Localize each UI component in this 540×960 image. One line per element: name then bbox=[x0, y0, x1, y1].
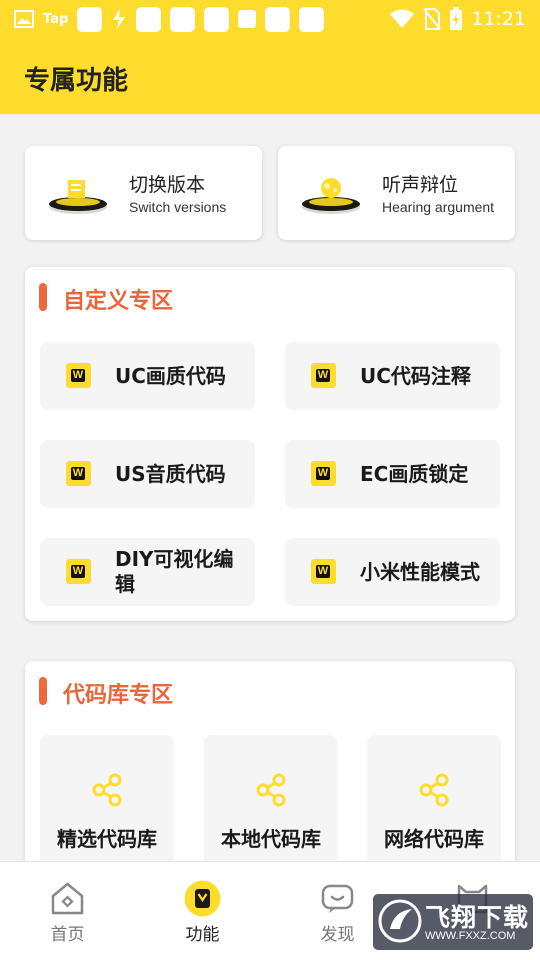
nav-label: 功能 bbox=[185, 925, 220, 945]
clock: 11:21 bbox=[471, 8, 526, 30]
custom-section: 自定义专区 W UC画质代码 W UC代码注释 W US音质代码 W EC画质锁… bbox=[25, 267, 515, 621]
switch-version-card[interactable]: 切换版本 Switch versions bbox=[25, 146, 262, 240]
tile-label: 网络代码库 bbox=[384, 827, 484, 851]
status-bar: Tap 11:21 bbox=[0, 0, 540, 38]
tile-uc-code-notes[interactable]: W UC代码注释 bbox=[285, 342, 500, 410]
section-title: 自定义专区 bbox=[63, 289, 174, 314]
tile-xiaomi-performance-mode[interactable]: W 小米性能模式 bbox=[285, 538, 500, 606]
discover-icon bbox=[321, 884, 354, 913]
card-title: 听声辩位 bbox=[382, 174, 459, 196]
code-file-icon: W bbox=[311, 559, 336, 584]
notification-icon bbox=[265, 6, 291, 32]
card-subtitle: Switch versions bbox=[129, 199, 227, 215]
code-file-icon: W bbox=[311, 461, 336, 486]
tap-indicator: Tap bbox=[43, 11, 69, 27]
featured-library-tile[interactable]: 精选代码库 bbox=[40, 735, 174, 865]
tile-label: 小米性能模式 bbox=[360, 559, 480, 584]
tile-label: UC画质代码 bbox=[115, 363, 226, 388]
tile-label: 精选代码库 bbox=[57, 827, 157, 851]
hearing-icon bbox=[302, 178, 360, 214]
tile-label: DIY可视化编辑 bbox=[115, 547, 234, 596]
no-sim-icon bbox=[423, 8, 442, 30]
tile-uc-quality-code[interactable]: W UC画质代码 bbox=[40, 342, 255, 410]
watermark-logo-icon bbox=[378, 899, 422, 943]
code-file-icon: W bbox=[66, 461, 91, 486]
home-icon bbox=[51, 882, 84, 915]
code-file-icon: W bbox=[66, 559, 91, 584]
share-icon bbox=[256, 773, 286, 807]
share-icon bbox=[419, 773, 449, 807]
nav-home[interactable]: 首页 bbox=[0, 862, 135, 960]
notification-icon bbox=[77, 6, 103, 32]
notification-icon bbox=[136, 6, 162, 32]
watermark-url: WWW.FXXZ.COM bbox=[425, 930, 516, 942]
network-library-tile[interactable]: 网络代码库 bbox=[367, 735, 501, 865]
tile-label: 本地代码库 bbox=[221, 827, 321, 851]
function-icon bbox=[184, 880, 221, 917]
page-title: 专属功能 bbox=[24, 66, 129, 96]
watermark: 飞翔下载 WWW.FXXZ.COM bbox=[373, 894, 533, 950]
battery-charging-icon bbox=[450, 7, 463, 30]
notification-icon bbox=[299, 6, 325, 32]
tile-us-sound-code[interactable]: W US音质代码 bbox=[40, 440, 255, 508]
tile-label: EC画质锁定 bbox=[360, 461, 469, 486]
share-icon bbox=[92, 773, 122, 807]
hearing-position-card[interactable]: 听声辩位 Hearing argument bbox=[278, 146, 515, 240]
code-file-icon: W bbox=[311, 363, 336, 388]
gallery-icon bbox=[14, 10, 34, 28]
nav-function[interactable]: 功能 bbox=[135, 862, 270, 960]
flash-icon bbox=[113, 9, 126, 29]
tile-ec-quality-lock[interactable]: W EC画质锁定 bbox=[285, 440, 500, 508]
section-accent-bar bbox=[39, 283, 47, 311]
notification-icon bbox=[238, 10, 257, 28]
section-title: 代码库专区 bbox=[63, 683, 174, 708]
tile-label: US音质代码 bbox=[115, 461, 226, 486]
tile-diy-visual-editor[interactable]: W DIY可视化编辑 bbox=[40, 538, 255, 606]
code-file-icon: W bbox=[66, 363, 91, 388]
card-subtitle: Hearing argument bbox=[382, 199, 495, 215]
switch-version-icon bbox=[49, 180, 107, 214]
tile-label: UC代码注释 bbox=[360, 363, 471, 388]
wifi-icon bbox=[390, 9, 415, 28]
app-header: 专属功能 bbox=[0, 38, 540, 114]
notification-icon bbox=[204, 6, 230, 32]
card-title: 切换版本 bbox=[129, 174, 206, 196]
section-accent-bar bbox=[39, 677, 47, 705]
notification-icon bbox=[170, 6, 196, 32]
local-library-tile[interactable]: 本地代码库 bbox=[204, 735, 338, 865]
watermark-text: 飞翔下载 bbox=[425, 903, 530, 932]
nav-label: 首页 bbox=[50, 925, 85, 945]
